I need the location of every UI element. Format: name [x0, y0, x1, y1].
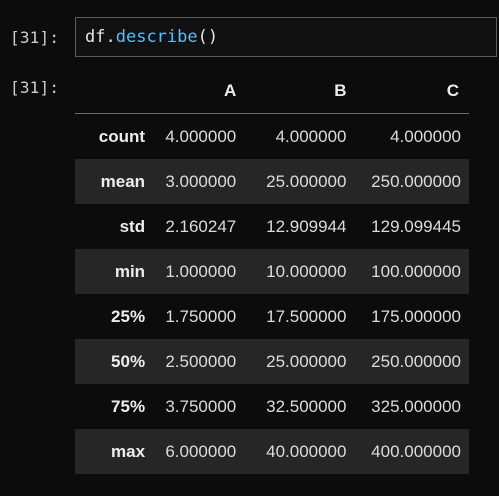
table-cell: 32.500000 — [266, 396, 347, 416]
row-label: max — [111, 441, 146, 461]
table-cell: 12.909944 — [266, 216, 347, 236]
row-label: 25% — [111, 306, 146, 326]
column-header-b: B — [244, 66, 353, 114]
code-dot: . — [105, 27, 116, 47]
table-cell: 4.000000 — [275, 126, 347, 146]
index-header — [75, 66, 156, 114]
code-variable: df — [85, 27, 106, 47]
table-cell: 175.000000 — [371, 306, 461, 326]
table-cell: 2.500000 — [165, 351, 237, 371]
table-cell: 17.500000 — [266, 306, 347, 326]
column-header-c: C — [352, 66, 469, 114]
table-row: std 2.160247 12.909944 129.099445 — [75, 204, 469, 249]
row-label: min — [114, 261, 146, 281]
row-label: std — [119, 216, 146, 236]
table-cell: 1.000000 — [165, 261, 237, 281]
table-row: mean 3.000000 25.000000 250.000000 — [75, 159, 469, 204]
table-header-row: A B C — [75, 66, 469, 114]
table-cell: 325.000000 — [371, 396, 461, 416]
table-cell: 25.000000 — [266, 351, 347, 371]
table-cell: 2.160247 — [165, 216, 237, 236]
table-cell: 4.000000 — [390, 126, 461, 146]
row-label: 50% — [111, 351, 146, 371]
output-prompt: [31]: — [10, 78, 60, 97]
table-cell: 1.750000 — [165, 306, 237, 326]
table-cell: 4.000000 — [165, 126, 237, 146]
row-label: mean — [100, 171, 146, 191]
table-cell: 25.000000 — [266, 171, 347, 191]
table-cell: 129.099445 — [371, 216, 461, 236]
code-method: describe — [115, 27, 198, 47]
row-label: 75% — [111, 396, 146, 416]
table-row: 50% 2.500000 25.000000 250.000000 — [75, 339, 469, 384]
table-row: count 4.000000 4.000000 4.000000 — [75, 114, 469, 160]
table-cell: 100.000000 — [371, 261, 461, 281]
table-row: 75% 3.750000 32.500000 325.000000 — [75, 384, 469, 429]
row-label: count — [98, 126, 146, 146]
table-row: 25% 1.750000 17.500000 175.000000 — [75, 294, 469, 339]
table-cell: 400.000000 — [371, 441, 461, 461]
table-cell: 250.000000 — [371, 351, 461, 371]
table-cell: 40.000000 — [266, 441, 347, 461]
table-row: max 6.000000 40.000000 400.000000 — [75, 429, 469, 474]
code-parens: () — [197, 27, 219, 47]
table-cell: 250.000000 — [371, 171, 461, 191]
notebook-view: [31]: df. describe() [31]: A B C count 4.… — [0, 0, 499, 496]
code-cell-editor[interactable]: df. describe() — [75, 17, 497, 57]
table-cell: 3.750000 — [165, 396, 237, 416]
input-prompt: [31]: — [10, 28, 60, 47]
table-cell: 10.000000 — [266, 261, 347, 281]
describe-output-table: A B C count 4.000000 4.000000 4.000000 m… — [75, 66, 469, 474]
column-header-a: A — [155, 66, 245, 114]
table-cell: 3.000000 — [165, 171, 237, 191]
table-cell: 6.000000 — [165, 441, 237, 461]
table-row: min 1.000000 10.000000 100.000000 — [75, 249, 469, 294]
